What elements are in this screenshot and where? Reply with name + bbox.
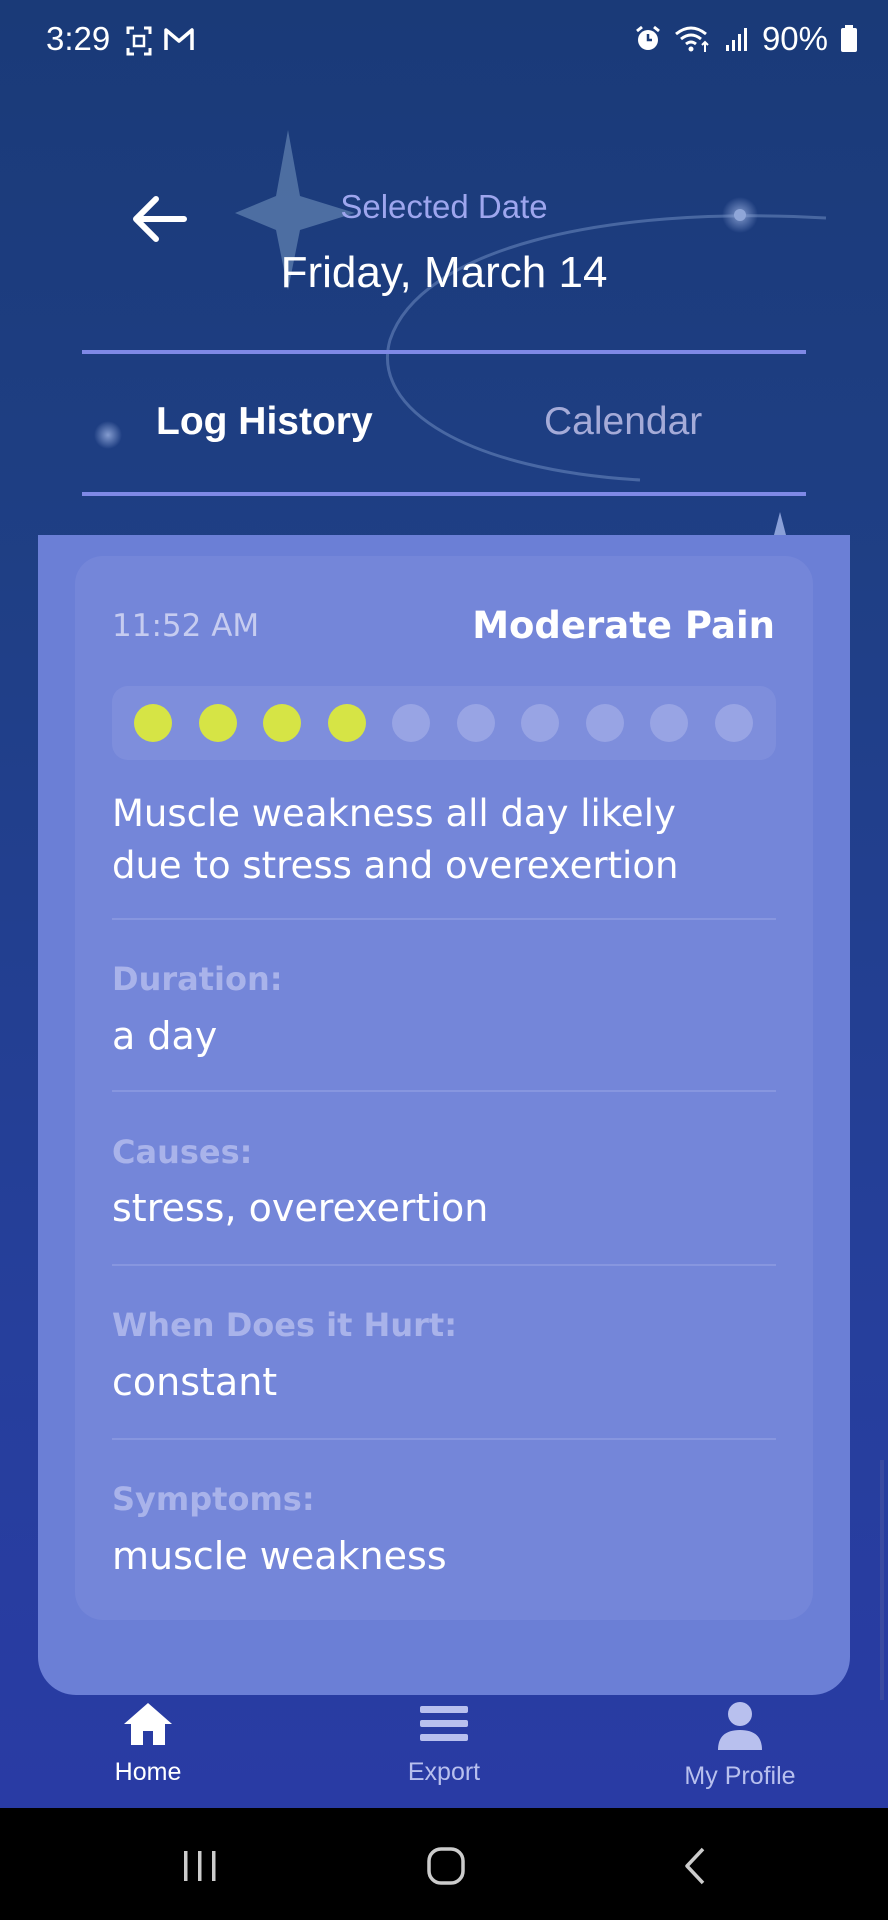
tabs-divider-bottom xyxy=(82,492,806,496)
divider xyxy=(112,1438,776,1440)
pain-dot-filled xyxy=(327,704,366,742)
duration-value: a day xyxy=(112,1014,218,1058)
home-system-button[interactable] xyxy=(406,1838,486,1894)
symptoms-value: muscle weakness xyxy=(112,1534,447,1578)
entry-time: 11:52 AM xyxy=(112,608,260,644)
back-system-button[interactable] xyxy=(656,1838,736,1894)
signal-icon xyxy=(725,28,747,51)
screenshot-icon xyxy=(126,26,152,56)
status-bar: 3:29 90% xyxy=(0,0,888,84)
pain-dot-empty xyxy=(585,704,624,742)
chevron-left-icon xyxy=(685,1847,705,1885)
pain-scale xyxy=(112,686,776,760)
selected-date-label: Selected Date xyxy=(340,188,548,225)
when-hurts-label: When Does it Hurt: xyxy=(112,1306,457,1344)
alarm-icon xyxy=(636,25,660,50)
nav-home[interactable]: Home xyxy=(28,1700,268,1810)
system-nav-bar xyxy=(0,1808,888,1920)
pain-dot-filled xyxy=(198,704,237,742)
pain-level-label: Moderate Pain xyxy=(472,604,775,647)
bottom-nav: Home Export My Profile xyxy=(0,1700,888,1810)
scroll-indicator[interactable] xyxy=(880,1460,884,1700)
recent-apps-button[interactable] xyxy=(160,1838,240,1894)
divider xyxy=(112,1090,776,1092)
nav-profile[interactable]: My Profile xyxy=(620,1700,860,1810)
home-icon xyxy=(124,1703,172,1745)
symptoms-label: Symptoms: xyxy=(112,1480,315,1518)
battery-icon xyxy=(841,25,857,52)
tabs-divider-top xyxy=(82,350,806,354)
duration-label: Duration: xyxy=(112,960,283,998)
divider xyxy=(112,1264,776,1266)
battery-percent: 90% xyxy=(761,20,828,57)
nav-export-label: Export xyxy=(407,1758,481,1786)
user-icon xyxy=(718,1702,762,1750)
nav-export[interactable]: Export xyxy=(324,1700,564,1810)
status-right: 90% xyxy=(634,20,858,58)
when-hurts-value: constant xyxy=(112,1360,278,1404)
causes-value: stress, overexertion xyxy=(112,1186,489,1230)
status-time: 3:29 xyxy=(46,20,111,57)
pain-dot-empty xyxy=(650,704,688,742)
causes-label: Causes: xyxy=(112,1133,253,1171)
tab-calendar[interactable]: Calendar xyxy=(544,400,702,444)
divider xyxy=(112,918,776,920)
gmail-icon xyxy=(164,28,194,50)
menu-icon xyxy=(420,1706,468,1741)
tab-log-history[interactable]: Log History xyxy=(156,400,373,444)
pain-dot-empty xyxy=(392,704,430,742)
pain-dot-filled xyxy=(263,704,301,742)
recent-apps-icon xyxy=(184,1851,216,1881)
wifi-icon xyxy=(675,26,709,52)
selected-date: Friday, March 14 xyxy=(280,248,608,297)
home-circle-icon xyxy=(427,1847,465,1885)
nav-home-label: Home xyxy=(114,1758,182,1786)
pain-dot-empty xyxy=(521,704,559,742)
entry-note: Muscle weakness all day likely due to st… xyxy=(112,792,679,887)
pain-dot-filled xyxy=(134,704,172,742)
pain-dot-empty xyxy=(456,704,495,742)
nav-profile-label: My Profile xyxy=(684,1762,796,1790)
pain-dot-empty xyxy=(714,704,753,742)
